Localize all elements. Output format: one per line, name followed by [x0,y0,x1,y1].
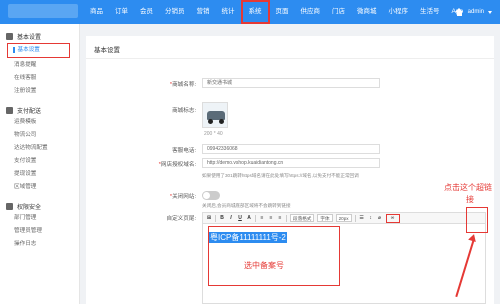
align-right-icon[interactable]: ≡ [277,215,283,222]
font-family-select[interactable]: 字体 [317,214,333,222]
sidebar-group-title: 权限安全 [17,204,42,211]
align-center-icon[interactable]: ≡ [268,215,274,222]
custom-footer-label: 自定义页尾: [166,216,196,222]
settings-icon [6,32,13,40]
sidebar-item-basic-settings[interactable]: 基本设置 [7,43,70,58]
sidebar-item-admins[interactable]: 管理员管理 [0,225,79,238]
shield-icon [6,202,13,210]
sidebar: 基本设置 基本设置 消息提醒 在线客服 注册设置 支付配送 运费模板 物流公司 … [0,24,80,304]
sidebar-item-operation-log[interactable]: 操作日志 [0,238,79,251]
sidebar-item-message-reminder[interactable]: 消息提醒 [0,59,79,72]
phone-label: 客服电话: [172,148,196,154]
font-color-button[interactable]: A [246,215,252,222]
phone-input[interactable]: 09942336068 [202,144,380,154]
nav-item-pages[interactable]: 页面 [270,0,295,24]
close-site-label: *关闭网站: [169,194,196,200]
sidebar-item-dada-config[interactable]: 达达物流配置 [0,142,79,155]
sidebar-item-online-service[interactable]: 在线客服 [0,72,79,85]
font-size-select[interactable]: 20px [335,214,352,222]
sidebar-item-register-settings[interactable]: 注册设置 [0,85,79,98]
nav-item-orders[interactable]: 订单 [109,0,134,24]
sidebar-item-freight-template[interactable]: 运费模板 [0,116,79,129]
user-menu[interactable]: admin [454,0,492,24]
nav-item-mini-program[interactable]: 小程序 [383,0,415,24]
sidebar-item-logistics-company[interactable]: 物流公司 [0,129,79,142]
logo-size-hint: 200 * 40 [204,131,223,137]
domain-hint: 如果使用了301跳转https域名请在此处填写https://域名,以免支付不能… [202,173,359,178]
line-height-icon[interactable]: ↕ [368,215,374,222]
nav-item-marketing[interactable]: 营销 [191,0,216,24]
annotation-select-text: 选中备案号 [244,261,284,270]
unlink-icon[interactable]: ⌀ [377,215,383,222]
sidebar-group-basic: 基本设置 [0,30,79,42]
nav-item-life-account[interactable]: 生活号 [414,0,446,24]
nav-item-members[interactable]: 会员 [134,0,159,24]
editor-toolbar: ⊞ B I U A ≡ ≡ ≡ 段落格式 字体 20px ☰ ↕ ⌀ ∞ [202,212,486,224]
hyperlink-button[interactable]: ∞ [385,213,400,223]
nav-item-suppliers[interactable]: 供应商 [295,0,327,24]
sidebar-item-payment-settings[interactable]: 支付设置 [0,155,79,168]
home-icon[interactable] [454,7,464,17]
nav-item-stores[interactable]: 门店 [326,0,351,24]
sidebar-group-payment: 支付配送 [0,104,79,116]
sidebar-item-withdraw-settings[interactable]: 提现设置 [0,168,79,181]
nav-item-goods[interactable]: 商品 [84,0,109,24]
align-left-icon[interactable]: ≡ [259,215,265,222]
annotation-click-link-line1: 点击这个超链 [444,183,492,192]
truck-icon [6,106,13,114]
annotation-click-link-line2: 接 [466,195,474,204]
nav-item-system[interactable]: 系统 [240,0,270,24]
shop-name-label: *商城名称: [169,82,196,88]
close-site-hint: 关闭后,会员商城底部区域将不会跳转到链接 [202,203,291,208]
sidebar-item-region-management[interactable]: 区域管理 [0,181,79,194]
domain-input[interactable]: http://demo.vshop.kuaidiantong.cn [202,158,380,168]
sidebar-group-title: 支付配送 [17,108,42,115]
nav-item-distributors[interactable]: 分销员 [159,0,191,24]
italic-button[interactable]: I [228,215,234,222]
main-nav: 商品 订单 会员 分销员 营销 统计 系统 页面 供应商 门店 微商城 小程序 … [84,0,469,24]
section-title: 基本设置 [94,47,120,54]
source-button[interactable]: ⊞ [206,215,212,222]
site-logo[interactable] [8,4,78,18]
list-icon[interactable]: ☰ [359,215,365,222]
selection-highlight-box [208,226,340,286]
nav-item-stats[interactable]: 统计 [216,0,241,24]
style-select[interactable]: 段落格式 [290,214,315,222]
sidebar-group-security: 权限安全 [0,200,79,212]
nav-item-wechat-mall[interactable]: 微商城 [351,0,383,24]
sidebar-item-departments[interactable]: 部门管理 [0,212,79,225]
chevron-down-icon[interactable] [488,10,492,14]
divider [86,58,494,59]
shop-name-input[interactable]: 新交通书城 [202,78,380,88]
underline-button[interactable]: U [237,215,243,222]
close-site-toggle[interactable] [202,191,220,200]
logo-label: 商城标志: [172,108,196,114]
bold-button[interactable]: B [219,215,225,222]
top-navbar: 商品 订单 会员 分销员 营销 统计 系统 页面 供应商 门店 微商城 小程序 … [0,0,500,24]
sidebar-group-title: 基本设置 [17,34,42,41]
link-button-highlight-box [466,207,488,233]
domain-label: *网店授权域名: [158,162,196,168]
shop-logo-image[interactable] [202,102,228,128]
user-name[interactable]: admin [468,9,484,15]
